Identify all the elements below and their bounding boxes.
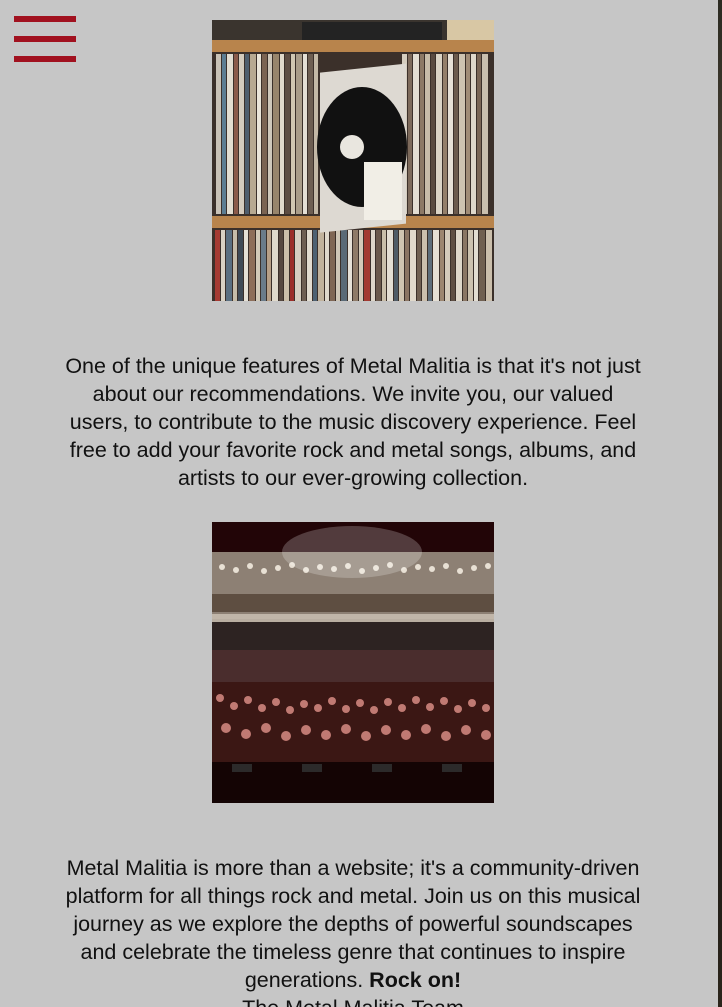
menu-bar [14, 16, 76, 22]
community-features-paragraph: One of the unique features of Metal Mali… [65, 353, 641, 490]
right-edge-strip [718, 0, 722, 1007]
menu-bar [14, 56, 76, 62]
community-platform-paragraph: Metal Malitia is more than a website; it… [62, 854, 644, 1007]
concert-crowd-photo [212, 522, 494, 803]
closing-text: Rock on! [369, 967, 462, 992]
paragraph-text: Metal Malitia is more than a website; it… [65, 855, 641, 992]
record-shelves-photo [212, 20, 494, 301]
signature-text: The Metal Malitia Team [62, 994, 644, 1007]
menu-bar [14, 36, 76, 42]
hamburger-menu-button[interactable] [14, 14, 76, 64]
page: One of the unique features of Metal Mali… [0, 0, 722, 1007]
